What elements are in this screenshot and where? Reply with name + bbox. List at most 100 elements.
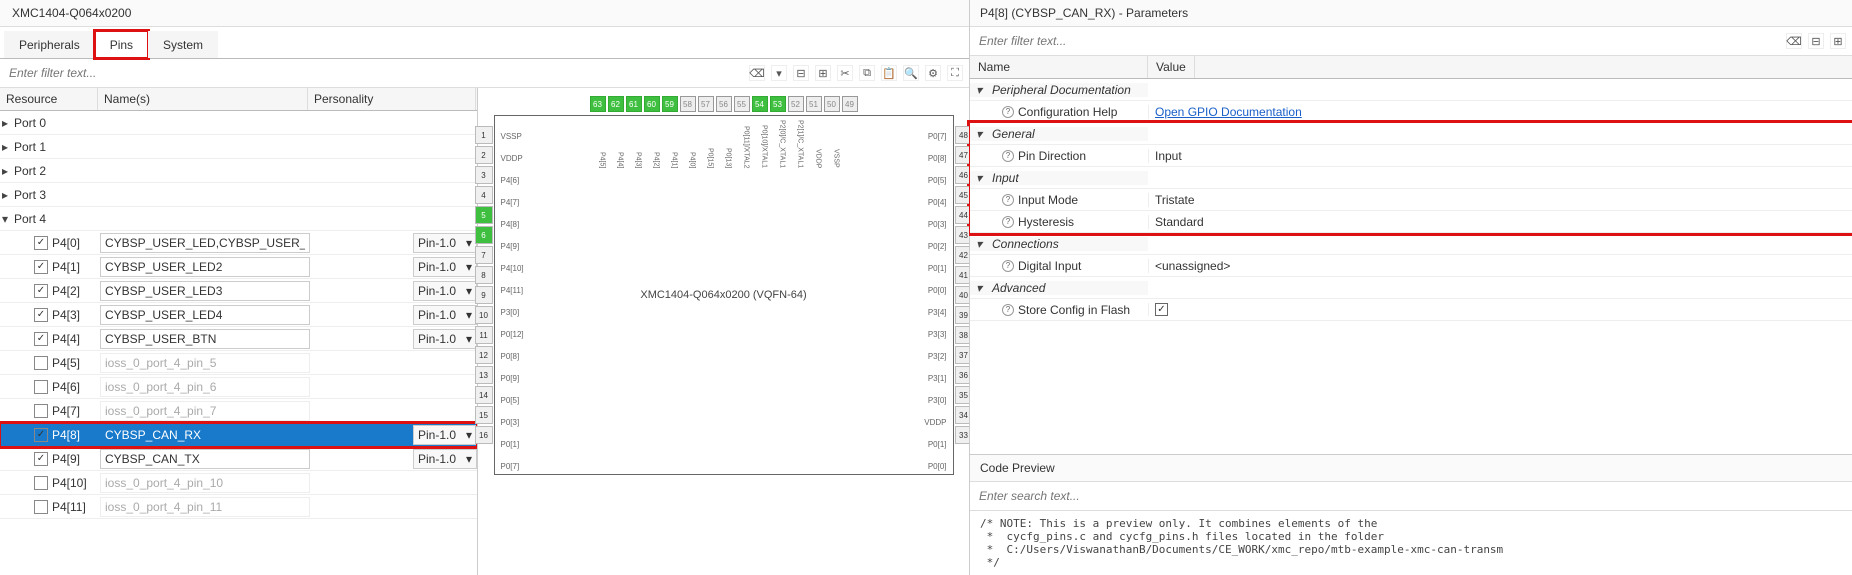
pin-row[interactable]: P4[7] xyxy=(0,399,477,423)
help-icon[interactable]: ? xyxy=(1002,194,1014,206)
tab-system[interactable]: System xyxy=(148,31,218,58)
tab-peripherals[interactable]: Peripherals xyxy=(4,31,95,58)
chip-pin[interactable]: 39 xyxy=(955,306,970,324)
pin-checkbox[interactable] xyxy=(34,380,48,394)
chip-pin[interactable]: 42 xyxy=(955,246,970,264)
val-input-mode[interactable]: Tristate xyxy=(1148,193,1852,207)
personality-select[interactable]: Pin-1.0▾ xyxy=(413,305,477,325)
pin-name-input[interactable] xyxy=(100,329,310,349)
chip-pin[interactable]: 6 xyxy=(475,226,493,244)
chip-pin[interactable]: 48 xyxy=(955,126,970,144)
chip-pin[interactable]: 12 xyxy=(475,346,493,364)
pin-name-input[interactable] xyxy=(100,425,310,445)
chip-pin[interactable]: 36 xyxy=(955,366,970,384)
pin-row[interactable]: ✓P4[0]Pin-1.0▾ xyxy=(0,231,477,255)
chip-pin[interactable]: 8 xyxy=(475,266,493,284)
val-digital-input[interactable]: <unassigned> xyxy=(1148,259,1852,273)
pin-name-input[interactable] xyxy=(100,473,310,493)
collapse-icon[interactable]: ⊟ xyxy=(1808,33,1824,49)
section-peripheral-doc[interactable]: Peripheral Documentation xyxy=(992,83,1131,97)
expand-icon[interactable]: ⊞ xyxy=(815,65,831,81)
personality-select[interactable]: Pin-1.0▾ xyxy=(413,449,477,469)
chip-pin[interactable]: 54 xyxy=(752,96,768,112)
val-pin-direction[interactable]: Input xyxy=(1148,149,1852,163)
personality-select[interactable]: Pin-1.0▾ xyxy=(413,257,477,277)
port-row[interactable]: ▸ Port 1 xyxy=(0,135,477,159)
chip-pin[interactable]: 34 xyxy=(955,406,970,424)
pin-row[interactable]: P4[5] xyxy=(0,351,477,375)
personality-select[interactable]: Pin-1.0▾ xyxy=(413,329,477,349)
help-icon[interactable]: ? xyxy=(1002,106,1014,118)
chip-pin[interactable]: 9 xyxy=(475,286,493,304)
chip-pin[interactable]: 35 xyxy=(955,386,970,404)
section-advanced[interactable]: Advanced xyxy=(992,281,1045,295)
clear-icon[interactable]: ⌫ xyxy=(749,65,765,81)
pin-checkbox[interactable]: ✓ xyxy=(34,260,48,274)
pin-checkbox[interactable]: ✓ xyxy=(34,308,48,322)
col-resource[interactable]: Resource xyxy=(0,88,98,110)
copy-icon[interactable]: ⧉ xyxy=(859,65,875,81)
param-col-value[interactable]: Value xyxy=(1148,56,1195,78)
chip-pin[interactable]: 60 xyxy=(644,96,660,112)
chip-pin[interactable]: 47 xyxy=(955,146,970,164)
port-row[interactable]: ▾ Port 4 xyxy=(0,207,477,231)
chip-pin[interactable]: 51 xyxy=(806,96,822,112)
chip-pin[interactable]: 40 xyxy=(955,286,970,304)
chip-pin[interactable]: 11 xyxy=(475,326,493,344)
pin-name-input[interactable] xyxy=(100,353,310,373)
chip-pin[interactable]: 41 xyxy=(955,266,970,284)
personality-select[interactable]: Pin-1.0▾ xyxy=(413,233,477,253)
pin-name-input[interactable] xyxy=(100,281,310,301)
chip-pin[interactable]: 37 xyxy=(955,346,970,364)
chip-pin[interactable]: 59 xyxy=(662,96,678,112)
pin-checkbox[interactable]: ✓ xyxy=(34,332,48,346)
section-connections[interactable]: Connections xyxy=(992,237,1059,251)
store-config-checkbox[interactable]: ✓ xyxy=(1155,303,1168,316)
chip-pin[interactable]: 43 xyxy=(955,226,970,244)
clear-icon[interactable]: ⌫ xyxy=(1786,33,1802,49)
tree-filter-input[interactable] xyxy=(6,63,745,83)
val-hysteresis[interactable]: Standard xyxy=(1148,215,1852,229)
chip-pin[interactable]: 14 xyxy=(475,386,493,404)
pin-checkbox[interactable]: ✓ xyxy=(34,236,48,250)
pin-checkbox[interactable]: ✓ xyxy=(34,452,48,466)
pin-row[interactable]: P4[6] xyxy=(0,375,477,399)
col-personality[interactable]: Personality xyxy=(308,88,476,110)
pin-checkbox[interactable] xyxy=(34,404,48,418)
port-row[interactable]: ▸ Port 3 xyxy=(0,183,477,207)
pin-row[interactable]: P4[11] xyxy=(0,495,477,519)
pin-name-input[interactable] xyxy=(100,377,310,397)
chip-pin[interactable]: 50 xyxy=(824,96,840,112)
pin-row[interactable]: P4[10] xyxy=(0,471,477,495)
params-filter-input[interactable] xyxy=(976,31,1782,51)
chip-pin[interactable]: 16 xyxy=(475,426,493,444)
chip-pin[interactable]: 53 xyxy=(770,96,786,112)
chip-pin[interactable]: 4 xyxy=(475,186,493,204)
chip-pin[interactable]: 7 xyxy=(475,246,493,264)
pin-row[interactable]: ✓P4[4]Pin-1.0▾ xyxy=(0,327,477,351)
pin-row[interactable]: ✓P4[8]Pin-1.0▾ xyxy=(0,423,477,447)
section-input[interactable]: Input xyxy=(992,171,1019,185)
collapse-icon[interactable]: ⊟ xyxy=(793,65,809,81)
help-icon[interactable]: ? xyxy=(1002,216,1014,228)
help-icon[interactable]: ? xyxy=(1002,260,1014,272)
chip-pin[interactable]: 10 xyxy=(475,306,493,324)
chip-pin[interactable]: 62 xyxy=(608,96,624,112)
chip-pin[interactable]: 46 xyxy=(955,166,970,184)
chip-pin[interactable]: 13 xyxy=(475,366,493,384)
chip-pin[interactable]: 33 xyxy=(955,426,970,444)
pin-name-input[interactable] xyxy=(100,497,310,517)
pin-checkbox[interactable]: ✓ xyxy=(34,428,48,442)
code-search-input[interactable] xyxy=(976,486,1846,506)
tab-pins[interactable]: Pins xyxy=(95,31,148,58)
filter-icon[interactable]: ▾ xyxy=(771,65,787,81)
port-row[interactable]: ▸ Port 2 xyxy=(0,159,477,183)
chip-pin[interactable]: 5 xyxy=(475,206,493,224)
chip-pin[interactable]: 63 xyxy=(590,96,606,112)
chip-pin[interactable]: 57 xyxy=(698,96,714,112)
settings-icon[interactable]: ⚙ xyxy=(925,65,941,81)
cut-icon[interactable]: ✂ xyxy=(837,65,853,81)
expand-icon[interactable]: ⊞ xyxy=(1830,33,1846,49)
pin-checkbox[interactable]: ✓ xyxy=(34,284,48,298)
chip-pin[interactable]: 15 xyxy=(475,406,493,424)
